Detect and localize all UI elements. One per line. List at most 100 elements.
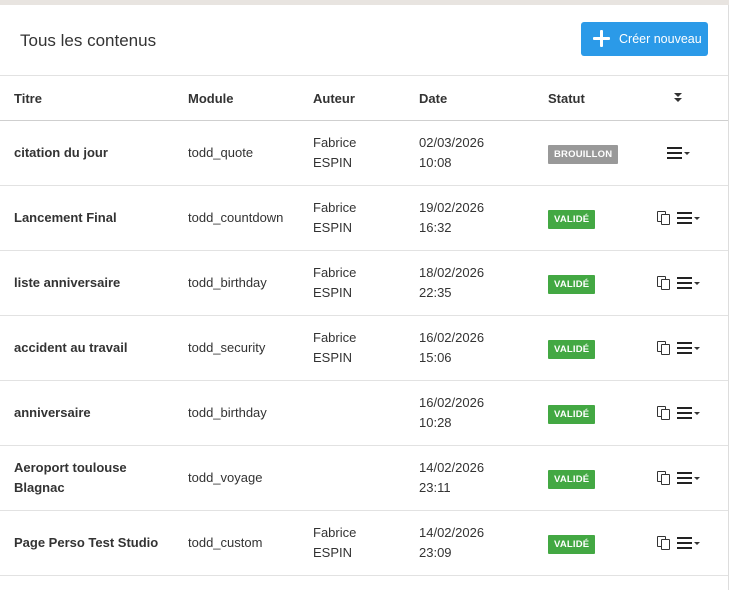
menu-icon-bar	[677, 537, 692, 539]
cell-line: anniversaire	[14, 405, 91, 420]
menu-icon-bar	[667, 157, 682, 159]
column-header-module[interactable]: Module	[188, 91, 234, 106]
menu-icon-bar	[667, 147, 682, 149]
menu-icon-bar	[677, 412, 692, 414]
menu-icon-bar	[677, 212, 692, 214]
menu-icon-bar	[677, 417, 692, 419]
menu-dropdown-icon[interactable]	[677, 407, 701, 421]
status-badge: VALIDÉ	[548, 210, 596, 229]
row-author: Fabrice ESPIN	[313, 263, 403, 303]
row-author: Fabrice ESPIN	[313, 328, 403, 368]
row-module: todd_countdown	[188, 210, 284, 225]
cell-line: Fabrice	[313, 135, 357, 150]
caret-down-icon	[694, 347, 700, 350]
caret-down-icon	[694, 282, 700, 285]
plus-icon	[593, 30, 610, 47]
copy-icon[interactable]	[656, 470, 672, 486]
menu-dropdown-icon[interactable]	[677, 277, 701, 291]
menu-icon-bar	[677, 342, 692, 344]
row-author: Fabrice ESPIN	[313, 133, 403, 173]
menu-icon-bar	[677, 472, 692, 474]
menu-icon-bar	[677, 352, 692, 354]
row-title[interactable]: Aeroport toulouse Blagnac	[14, 458, 174, 498]
menu-icon-bar	[677, 222, 692, 224]
row-module: todd_voyage	[188, 470, 263, 485]
row-title[interactable]: anniversaire	[14, 403, 174, 423]
copy-icon[interactable]	[656, 210, 672, 226]
cell-line: 10:08	[419, 155, 452, 170]
copy-icon[interactable]	[656, 535, 672, 551]
cell-line: Lancement Final	[14, 210, 117, 225]
panel-header: Tous les contenus Créer nouveau	[0, 5, 728, 75]
caret-down-icon	[694, 412, 700, 415]
menu-dropdown-icon[interactable]	[667, 147, 691, 161]
row-date: 19/02/2026 16:32	[419, 198, 519, 238]
menu-dropdown-icon[interactable]	[677, 212, 701, 226]
status-badge: VALIDÉ	[548, 470, 596, 489]
sort-down-icon[interactable]	[671, 93, 685, 105]
content-panel: Tous les contenus Créer nouveau Titre Mo…	[0, 5, 729, 590]
column-header-author[interactable]: Auteur	[313, 91, 355, 106]
row-title[interactable]: Page Perso Test Studio	[14, 533, 174, 553]
cell-line: Fabrice	[313, 265, 357, 280]
cell-line: 10:28	[419, 415, 452, 430]
menu-icon-bar	[677, 217, 692, 219]
row-title[interactable]: liste anniversaire	[14, 273, 174, 293]
cell-line: 23:11	[419, 480, 451, 495]
status-badge: VALIDÉ	[548, 405, 596, 424]
copy-icon[interactable]	[656, 340, 672, 356]
cell-line: 14/02/2026	[419, 525, 485, 540]
row-title[interactable]: Lancement Final	[14, 208, 174, 228]
table-row[interactable]: accident au travail todd_security Fabrice E…	[0, 316, 728, 381]
menu-icon-bar	[677, 347, 692, 349]
menu-dropdown-icon[interactable]	[677, 472, 701, 486]
row-module: todd_quote	[188, 145, 254, 160]
menu-icon-bar	[677, 282, 692, 284]
create-new-button[interactable]: Créer nouveau	[581, 22, 708, 56]
row-module: todd_birthday	[188, 275, 267, 290]
cell-line: 02/03/2026	[419, 135, 485, 150]
table-row[interactable]: citation du jour todd_quote Fabrice ESPIN 02…	[0, 121, 728, 186]
table-row[interactable]: Page Perso Test Studio todd_custom Fabrice…	[0, 511, 728, 576]
copy-icon[interactable]	[656, 405, 672, 421]
cell-line: liste anniversaire	[14, 275, 121, 290]
table-row[interactable]: Lancement Final todd_countdown Fabrice ESPI…	[0, 186, 728, 251]
cell-line: Page Perso Test Studio	[14, 535, 159, 550]
table-row[interactable]: Aeroport toulouse Blagnac todd_voyage 14/02…	[0, 446, 728, 511]
row-title[interactable]: citation du jour	[14, 143, 174, 163]
cell-line: 14/02/2026	[419, 460, 485, 475]
row-date: 02/03/2026 10:08	[419, 133, 519, 173]
row-date: 14/02/2026 23:09	[419, 523, 519, 563]
caret-down-icon	[684, 152, 690, 155]
row-date: 16/02/2026 10:28	[419, 393, 519, 433]
copy-icon-front	[661, 409, 670, 420]
cell-line: ESPIN	[313, 220, 353, 235]
cell-line: 15:06	[419, 350, 452, 365]
cell-line: 16/02/2026	[419, 330, 485, 345]
status-badge: VALIDÉ	[548, 340, 596, 359]
copy-icon-front	[661, 539, 670, 550]
copy-icon-front	[661, 214, 670, 225]
menu-icon-bar	[677, 277, 692, 279]
column-header-status[interactable]: Statut	[548, 91, 585, 106]
row-title[interactable]: accident au travail	[14, 338, 174, 358]
copy-icon-front	[661, 474, 670, 485]
menu-dropdown-icon[interactable]	[677, 342, 701, 356]
cell-line: Fabrice	[313, 200, 357, 215]
cell-line: Aeroport toulouse	[14, 460, 127, 475]
copy-icon[interactable]	[656, 275, 672, 291]
menu-icon-bar	[677, 482, 692, 484]
cell-line: Fabrice	[313, 330, 357, 345]
cell-line: ESPIN	[313, 155, 353, 170]
column-header-date[interactable]: Date	[419, 91, 447, 106]
cell-line: ESPIN	[313, 285, 353, 300]
status-badge: VALIDÉ	[548, 275, 596, 294]
column-header-title[interactable]: Titre	[14, 91, 42, 106]
cell-line: 23:09	[419, 545, 452, 560]
create-new-label: Créer nouveau	[619, 32, 702, 46]
table-row[interactable]: liste anniversaire todd_birthday Fabrice ES…	[0, 251, 728, 316]
menu-dropdown-icon[interactable]	[677, 537, 701, 551]
copy-icon-front	[661, 344, 670, 355]
cell-line: 16:32	[419, 220, 452, 235]
table-row[interactable]: anniversaire todd_birthday 16/02/2026 10:28…	[0, 381, 728, 446]
